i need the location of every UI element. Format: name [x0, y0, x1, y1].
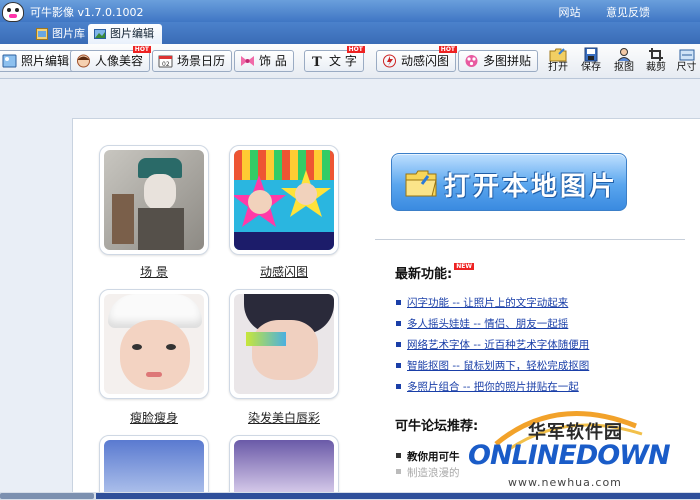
text-icon: T — [312, 55, 322, 68]
button-label: 文 字 — [329, 54, 357, 68]
face-icon — [77, 54, 90, 68]
cutout-icon — [617, 48, 631, 62]
button-label: 饰 品 — [259, 54, 287, 68]
list-item: 闪字功能 -- 让照片上的文字动起来 — [395, 295, 685, 316]
feature-link[interactable]: 多人摇头娃娃 -- 情侣、朋友一起摇 — [407, 318, 568, 330]
collage-icon — [465, 55, 478, 67]
toolbar: 照片编辑 人像美容 HOT 02 场景日历 饰 品 T 文 字 HOT 动感闪图… — [0, 44, 700, 79]
forum-item[interactable]: 制造浪漫的 — [395, 465, 460, 481]
save-icon — [584, 47, 598, 62]
slim-face-label[interactable]: 瘦脸瘦身 — [99, 409, 209, 426]
hot-badge: HOT — [132, 46, 152, 53]
hair-dye-label[interactable]: 染发美白唇彩 — [229, 409, 339, 426]
slim-face-image — [104, 294, 204, 394]
watermark-brand: ONLINEDOWN — [468, 440, 671, 471]
tab-label: 图片编辑 — [110, 27, 154, 40]
list-item: 网络艺术字体 -- 近百种艺术字体随便用 — [395, 337, 685, 358]
image-edit-icon — [94, 29, 106, 39]
feature-link[interactable]: 智能抠图 -- 鼠标划两下，轻松完成抠图 — [407, 360, 589, 372]
scene-label[interactable]: 场 景 — [99, 263, 209, 280]
gallery-image-partial — [104, 440, 204, 500]
app-logo-icon — [2, 2, 24, 22]
resize-action[interactable]: 尺寸 — [673, 47, 700, 77]
button-label: 人像美容 — [95, 54, 144, 68]
flash-image-label[interactable]: 动感闪图 — [229, 263, 339, 280]
flash-image-thumbnail[interactable] — [229, 145, 339, 255]
list-item: 智能抠图 -- 鼠标划两下，轻松完成抠图 — [395, 358, 685, 379]
feedback-link[interactable]: 意见反馈 — [606, 6, 650, 19]
feature-link[interactable]: 闪字功能 -- 让照片上的文字动起来 — [407, 297, 568, 309]
new-features-title: 最新功能:NEW — [395, 263, 474, 282]
title-links: 网站 意见反馈 — [537, 4, 651, 20]
action-label: 保存 — [581, 62, 601, 73]
resize-icon — [679, 49, 694, 61]
watermark-url: www.newhua.com — [508, 476, 622, 489]
photo-edit-icon — [2, 54, 17, 68]
button-label: 场景日历 — [177, 54, 226, 68]
app-title: 可牛影像 v1.7.0.1002 — [30, 6, 144, 19]
open-action[interactable]: 打开 — [543, 47, 573, 77]
button-label: 照片编辑 — [21, 54, 70, 68]
scene-calendar-button[interactable]: 02 场景日历 — [152, 50, 233, 72]
tab-image-library[interactable]: 图片库 — [30, 24, 93, 44]
bow-icon — [241, 56, 254, 66]
scene-image — [104, 150, 204, 250]
svg-text:02: 02 — [162, 61, 170, 68]
svg-text:T: T — [312, 55, 322, 68]
watermark: 华军软件园 ONLINEDOWN www.newhua.com — [468, 398, 700, 500]
open-local-image-button[interactable]: 打开本地图片 — [391, 153, 627, 211]
hair-dye-thumbnail[interactable] — [229, 289, 339, 399]
horizontal-scrollbar[interactable] — [0, 492, 700, 500]
scrollbar-thumb[interactable] — [0, 493, 94, 499]
forum-title: 可牛论坛推荐: — [395, 419, 479, 434]
scene-thumbnail[interactable] — [99, 145, 209, 255]
multi-collage-button[interactable]: 多图拼贴 — [458, 50, 539, 72]
open-icon — [549, 48, 567, 62]
flash-icon — [383, 54, 396, 68]
hot-badge: HOT — [346, 46, 365, 53]
crop-icon — [649, 48, 663, 61]
slim-face-thumbnail[interactable] — [99, 289, 209, 399]
new-badge: NEW — [454, 263, 474, 270]
accessories-button[interactable]: 饰 品 — [234, 50, 294, 72]
feature-link[interactable]: 多照片组合 -- 把你的照片拼贴在一起 — [407, 381, 579, 393]
flash-image-button[interactable]: 动感闪图 HOT — [376, 46, 458, 72]
forum-item[interactable]: 教你用可牛 — [395, 449, 460, 465]
save-action[interactable]: 保存 — [576, 47, 606, 77]
gallery-thumbnail-partial[interactable] — [229, 435, 339, 500]
portrait-beauty-button[interactable]: 人像美容 HOT — [70, 46, 152, 72]
button-label: 多图拼贴 — [483, 54, 532, 68]
forum-list: 教你用可牛 制造浪漫的 — [395, 449, 460, 481]
tab-bar: 图片库 图片编辑 — [0, 22, 700, 44]
section-divider — [375, 239, 685, 240]
text-button[interactable]: T 文 字 HOT — [304, 46, 365, 72]
list-item: 多照片组合 -- 把你的照片拼贴在一起 — [395, 379, 685, 400]
calendar-icon: 02 — [158, 55, 173, 68]
gallery-image-partial — [234, 440, 334, 500]
new-features-list: 闪字功能 -- 让照片上的文字动起来 多人摇头娃娃 -- 情侣、朋友一起摇 网络… — [395, 295, 685, 400]
new-features-heading: 最新功能: — [395, 267, 453, 282]
tab-label: 图片库 — [52, 27, 85, 40]
flash-image-preview — [234, 150, 334, 250]
photo-edit-button[interactable]: 照片编辑 — [0, 50, 77, 72]
tab-image-edit[interactable]: 图片编辑 — [88, 24, 162, 44]
action-label: 打开 — [548, 62, 568, 73]
feature-link[interactable]: 网络艺术字体 -- 近百种艺术字体随便用 — [407, 339, 589, 351]
open-local-image-label: 打开本地图片 — [444, 172, 619, 202]
button-label: 动感闪图 — [401, 54, 450, 68]
folder-icon — [405, 170, 437, 197]
image-library-icon — [36, 28, 48, 40]
hot-badge: HOT — [438, 46, 458, 53]
cutout-action[interactable]: 抠图 — [609, 47, 639, 77]
gallery-thumbnail-partial[interactable] — [99, 435, 209, 500]
scrollbar-track — [96, 493, 700, 499]
action-label: 抠图 — [614, 62, 634, 73]
title-bar: 可牛影像 v1.7.0.1002 网站 意见反馈 — [0, 0, 700, 22]
crop-action[interactable]: 裁剪 — [641, 47, 671, 77]
action-label: 裁剪 — [646, 62, 666, 73]
list-item: 多人摇头娃娃 -- 情侣、朋友一起摇 — [395, 316, 685, 337]
action-label: 尺寸 — [676, 62, 697, 73]
website-link[interactable]: 网站 — [559, 6, 581, 19]
hair-dye-image — [234, 294, 334, 394]
